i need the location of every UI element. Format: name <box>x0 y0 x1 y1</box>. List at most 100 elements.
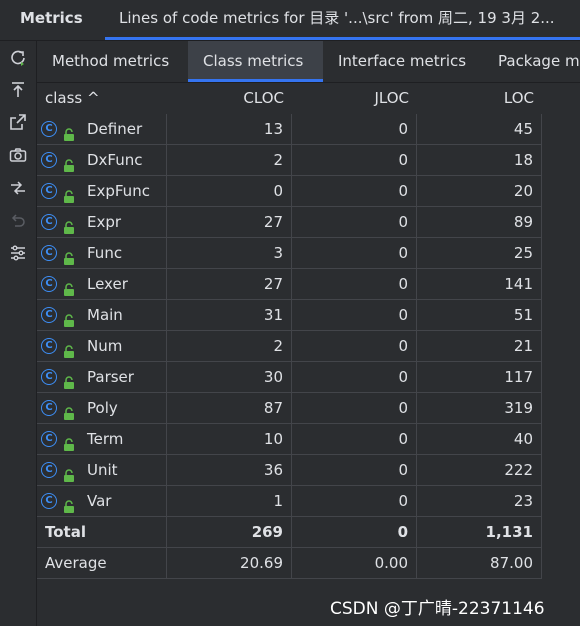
column-header-loc[interactable]: LOC <box>417 83 534 114</box>
cloc-cell: 87 <box>167 393 292 424</box>
loc-cell: 51 <box>417 300 542 331</box>
table-row[interactable]: C Main 31 0 51 <box>37 300 580 331</box>
loc-cell: 25 <box>417 238 542 269</box>
table-row[interactable]: C Term 10 0 40 <box>37 424 580 455</box>
tab-package-metrics[interactable]: Package m <box>483 41 580 82</box>
table-row[interactable]: C Var 1 0 23 <box>37 486 580 517</box>
table-row[interactable]: C Unit 36 0 222 <box>37 455 580 486</box>
total-jloc-cell: 0 <box>292 517 417 548</box>
class-icon: C <box>41 462 57 478</box>
table-row[interactable]: C Poly 87 0 319 <box>37 393 580 424</box>
class-icon: C <box>41 121 57 137</box>
jloc-cell: 0 <box>292 238 417 269</box>
column-header-jloc[interactable]: JLOC <box>292 83 409 114</box>
class-icon: C <box>41 183 57 199</box>
class-name: Main <box>87 306 123 324</box>
class-name-cell: C Var <box>37 486 167 517</box>
total-loc-cell: 1,131 <box>417 517 542 548</box>
cloc-cell: 30 <box>167 362 292 393</box>
cloc-cell: 1 <box>167 486 292 517</box>
class-icon: C <box>41 152 57 168</box>
public-lock-icon <box>63 401 75 420</box>
column-header-class[interactable]: class ^ <box>45 83 100 114</box>
class-icon: C <box>41 493 57 509</box>
snapshot-icon[interactable] <box>8 146 28 166</box>
average-jloc-cell: 0.00 <box>292 548 417 579</box>
cloc-cell: 13 <box>167 114 292 145</box>
cloc-cell: 0 <box>167 176 292 207</box>
cloc-cell: 31 <box>167 300 292 331</box>
table-row[interactable]: C Definer 13 0 45 <box>37 114 580 145</box>
class-name-cell: C Unit <box>37 455 167 486</box>
public-lock-icon <box>63 432 75 451</box>
average-row: Average 20.69 0.00 87.00 <box>37 548 580 579</box>
class-name: Definer <box>87 120 143 138</box>
loc-cell: 18 <box>417 145 542 176</box>
class-icon: C <box>41 400 57 416</box>
table-row[interactable]: C Lexer 27 0 141 <box>37 269 580 300</box>
class-icon: C <box>41 245 57 261</box>
class-name-cell: C Func <box>37 238 167 269</box>
class-name-cell: C DxFunc <box>37 145 167 176</box>
settings-icon[interactable] <box>8 244 28 264</box>
loc-cell: 23 <box>417 486 542 517</box>
jloc-cell: 0 <box>292 424 417 455</box>
table-row[interactable]: C DxFunc 2 0 18 <box>37 145 580 176</box>
cloc-cell: 10 <box>167 424 292 455</box>
total-name-cell: Total <box>37 517 167 548</box>
class-icon: C <box>41 214 57 230</box>
class-name: Lexer <box>87 275 128 293</box>
jloc-cell: 0 <box>292 207 417 238</box>
compare-icon[interactable] <box>8 179 28 199</box>
export-icon[interactable] <box>8 81 28 101</box>
tool-window-title[interactable]: Metrics <box>20 9 83 27</box>
tab-interface-metrics[interactable]: Interface metrics <box>323 41 483 82</box>
cloc-cell: 3 <box>167 238 292 269</box>
class-name-cell: C Main <box>37 300 167 331</box>
table-row[interactable]: C Parser 30 0 117 <box>37 362 580 393</box>
cloc-cell: 2 <box>167 331 292 362</box>
class-name-cell: C Term <box>37 424 167 455</box>
class-icon: C <box>41 276 57 292</box>
table-row[interactable]: C Func 3 0 25 <box>37 238 580 269</box>
average-cloc-cell: 20.69 <box>167 548 292 579</box>
public-lock-icon <box>63 370 75 389</box>
public-lock-icon <box>63 246 75 265</box>
public-lock-icon <box>63 184 75 203</box>
cloc-cell: 27 <box>167 207 292 238</box>
public-lock-icon <box>63 215 75 234</box>
loc-cell: 117 <box>417 362 542 393</box>
class-name: Num <box>87 337 123 355</box>
undo-icon[interactable] <box>8 212 28 232</box>
public-lock-icon <box>63 308 75 327</box>
table-header: class ^ CLOC JLOC LOC <box>37 83 580 114</box>
open-in-editor-icon[interactable] <box>8 113 28 133</box>
tab-class-metrics[interactable]: Class metrics <box>188 41 323 82</box>
class-name-cell: C Definer <box>37 114 167 145</box>
class-icon: C <box>41 369 57 385</box>
loc-cell: 141 <box>417 269 542 300</box>
jloc-cell: 0 <box>292 393 417 424</box>
jloc-cell: 0 <box>292 300 417 331</box>
class-name: Func <box>87 244 123 262</box>
class-name-cell: C Lexer <box>37 269 167 300</box>
content-tab[interactable]: Lines of code metrics for 目录 '...\src' f… <box>105 0 580 40</box>
table-row[interactable]: C ExpFunc 0 0 20 <box>37 176 580 207</box>
jloc-cell: 0 <box>292 331 417 362</box>
tab-method-metrics[interactable]: Method metrics <box>37 41 188 82</box>
metrics-tabs: Method metrics Class metrics Interface m… <box>37 41 580 83</box>
rerun-icon[interactable] <box>8 49 28 69</box>
loc-cell: 20 <box>417 176 542 207</box>
average-loc-cell: 87.00 <box>417 548 542 579</box>
class-name: Expr <box>87 213 122 231</box>
total-row: Total 269 0 1,131 <box>37 517 580 548</box>
class-name: Term <box>87 430 124 448</box>
cloc-cell: 2 <box>167 145 292 176</box>
class-name-cell: C Poly <box>37 393 167 424</box>
public-lock-icon <box>63 494 75 513</box>
jloc-cell: 0 <box>292 486 417 517</box>
table-row[interactable]: C Expr 27 0 89 <box>37 207 580 238</box>
column-header-cloc[interactable]: CLOC <box>167 83 284 114</box>
table-row[interactable]: C Num 2 0 21 <box>37 331 580 362</box>
jloc-cell: 0 <box>292 269 417 300</box>
